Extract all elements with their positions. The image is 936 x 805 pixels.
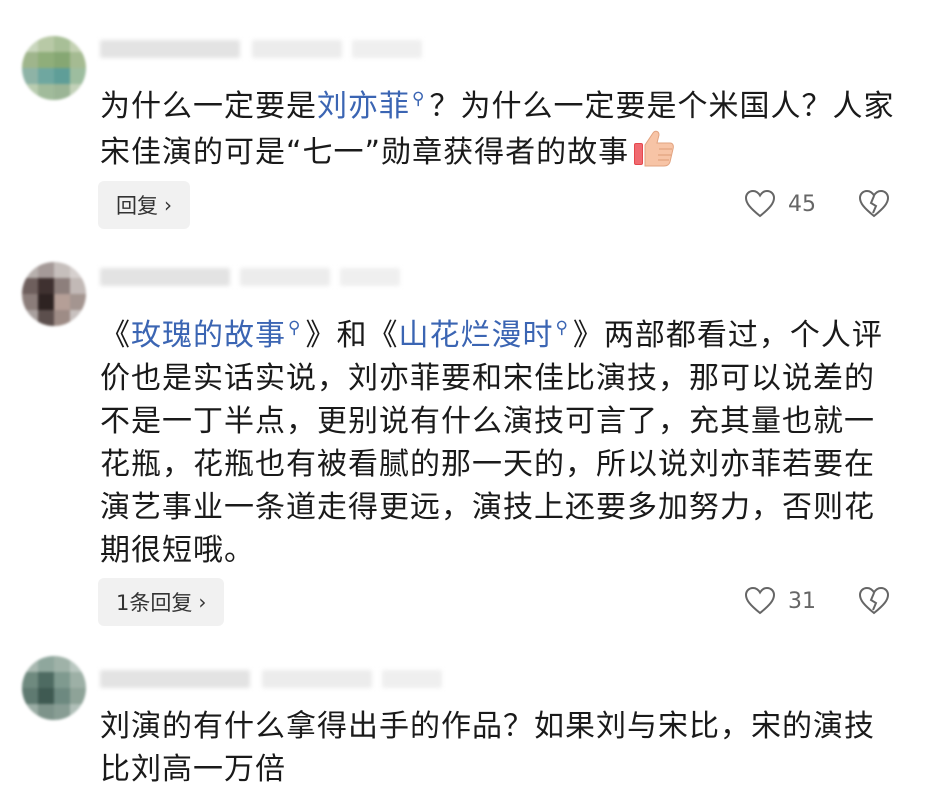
user-meta <box>352 40 422 58</box>
avatar[interactable] <box>22 262 86 326</box>
thumbs-up-emoji <box>633 128 675 180</box>
comment-text-part: 》和《 <box>305 318 399 353</box>
user-meta <box>382 670 442 688</box>
like-count: 45 <box>788 191 816 217</box>
avatar[interactable] <box>22 36 86 100</box>
broken-heart-icon <box>858 189 890 218</box>
comment-text: 《玫瑰的故事 ⚲ 》和《山花烂漫时 ⚲ 》两部都看过，个人评价也是实话实说，刘亦菲要和宋… <box>100 307 900 572</box>
dislike-button[interactable] <box>858 586 890 620</box>
chevron-right-icon: › <box>198 590 207 614</box>
user-meta <box>262 670 372 688</box>
chevron-right-icon: › <box>164 193 172 217</box>
comment-text-part: 刘演的有什么拿得出手的作品？如果刘与宋比，宋的演技比刘高一万倍 <box>100 709 875 787</box>
heart-icon <box>744 189 776 218</box>
like-button[interactable]: 31 <box>744 586 816 616</box>
user-meta <box>252 40 342 58</box>
username[interactable] <box>100 40 240 58</box>
user-meta <box>340 268 400 286</box>
dislike-button[interactable] <box>858 189 890 223</box>
reply-button[interactable]: 回复 › <box>98 181 190 229</box>
broken-heart-icon <box>858 586 890 615</box>
comment-text-part: 》两部都看过，个人评价也是实话实说，刘亦菲要和宋佳比演技，那可以说差的不是一丁半… <box>100 318 883 568</box>
search-link-text[interactable]: 刘亦菲 <box>317 89 410 124</box>
reply-label[interactable]: 1条回复 <box>116 587 192 617</box>
comment-text: 刘演的有什么拿得出手的作品？如果刘与宋比，宋的演技比刘高一万倍 <box>100 705 900 791</box>
search-link[interactable]: 山花烂漫时 ⚲ <box>398 318 572 353</box>
search-icon: ⚲ <box>412 89 426 109</box>
search-icon: ⚲ <box>288 318 302 338</box>
heart-icon <box>744 586 776 615</box>
comment-text-part: 《 <box>100 318 131 353</box>
reply-button[interactable]: 1条回复 › <box>98 578 225 626</box>
avatar[interactable] <box>22 656 86 720</box>
like-button[interactable]: 45 <box>744 189 816 219</box>
search-link[interactable]: 刘亦菲 ⚲ <box>317 89 429 124</box>
like-count: 31 <box>788 588 816 614</box>
search-link[interactable]: 玫瑰的故事 ⚲ <box>131 318 305 353</box>
username[interactable] <box>100 268 230 286</box>
user-meta <box>240 268 330 286</box>
comment-text: 为什么一定要是刘亦菲 ⚲ ？为什么一定要是个米国人？人家宋佳演的可是“七一”勋章获得… <box>100 78 900 180</box>
search-icon: ⚲ <box>555 318 569 338</box>
search-link-text[interactable]: 玫瑰的故事 <box>131 318 286 353</box>
comment-text-part: 为什么一定要是 <box>100 89 317 124</box>
search-link-text[interactable]: 山花烂漫时 <box>398 318 553 353</box>
reply-label[interactable]: 回复 <box>116 190 158 220</box>
username[interactable] <box>100 670 250 688</box>
